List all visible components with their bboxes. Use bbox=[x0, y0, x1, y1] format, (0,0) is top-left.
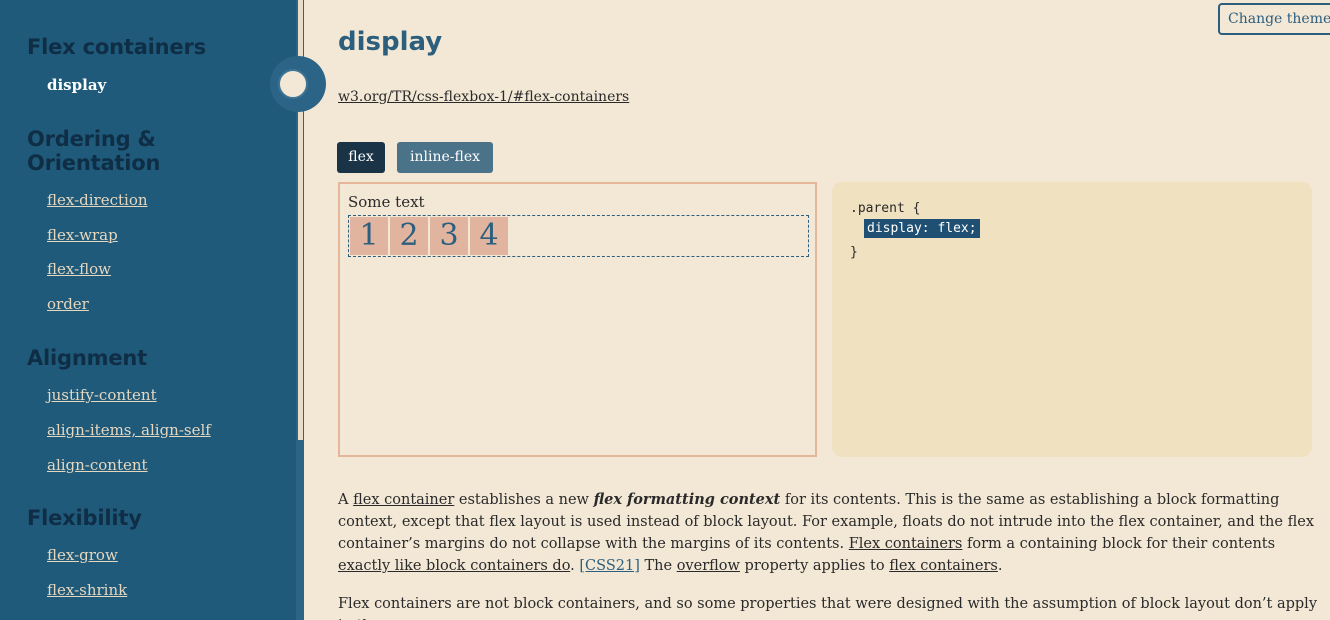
tab-inline-flex[interactable]: inline-flex bbox=[397, 142, 493, 173]
sidebar-item-flex-wrap[interactable]: flex-wrap bbox=[47, 226, 118, 244]
text-span: establishes a new bbox=[454, 492, 594, 508]
spec-link[interactable]: w3.org/TR/css-flexbox-1/#flex-containers bbox=[338, 89, 629, 105]
section-flex-containers: Flex containers bbox=[27, 35, 206, 59]
tab-flex[interactable]: flex bbox=[337, 142, 385, 173]
text-span: The bbox=[639, 558, 677, 574]
section-alignment: Alignment bbox=[27, 346, 147, 370]
text-span: form a containing block for their conten… bbox=[962, 536, 1276, 552]
sidebar-item-flex-flow[interactable]: flex-flow bbox=[47, 260, 111, 278]
link-flex-containers-2[interactable]: flex containers bbox=[889, 558, 998, 574]
sidebar: Flex containers display Ordering & Orien… bbox=[0, 0, 296, 620]
section-flexibility: Flexibility bbox=[27, 506, 142, 530]
text-span: A bbox=[338, 492, 354, 508]
sidebar-item-order[interactable]: order bbox=[47, 295, 89, 313]
page-title: display bbox=[338, 27, 443, 57]
link-block-containers[interactable]: exactly like block containers do bbox=[338, 558, 570, 574]
flex-item: 2 bbox=[390, 217, 428, 255]
change-theme-button[interactable]: Change theme bbox=[1218, 3, 1330, 35]
section-orientation: Orientation bbox=[27, 151, 161, 175]
toggle-circle-icon bbox=[278, 69, 308, 99]
code-highlight: display: flex; bbox=[864, 219, 980, 238]
flex-item: 1 bbox=[350, 217, 388, 255]
sidebar-item-justify-content[interactable]: justify-content bbox=[47, 386, 157, 404]
link-flex-container[interactable]: flex container bbox=[353, 492, 454, 508]
sidebar-toggle[interactable] bbox=[270, 56, 326, 112]
text-span: property applies to bbox=[739, 558, 890, 574]
description-paragraph: A flex container establishes a new flex … bbox=[338, 489, 1318, 577]
sidebar-item-align-items[interactable]: align-items, align-self bbox=[47, 421, 211, 439]
demo-flex-container: 1 2 3 4 bbox=[348, 215, 809, 257]
text-span: . bbox=[997, 558, 1003, 574]
sidebar-item-flex-shrink[interactable]: flex-shrink bbox=[47, 581, 127, 599]
demo-text: Some text bbox=[348, 193, 425, 211]
sidebar-item-flex-direction[interactable]: flex-direction bbox=[47, 191, 148, 209]
emphasis-text: flex formatting context bbox=[593, 491, 781, 508]
text-span: . bbox=[570, 558, 580, 574]
code-close-brace: } bbox=[850, 245, 858, 260]
code-panel: .parent { display: flex; } bbox=[832, 182, 1312, 457]
link-css21[interactable]: [CSS21] bbox=[579, 558, 639, 574]
code-selector: .parent { bbox=[850, 201, 921, 216]
flex-item: 3 bbox=[430, 217, 468, 255]
sidebar-item-display[interactable]: display bbox=[47, 76, 106, 94]
sidebar-item-align-content[interactable]: align-content bbox=[47, 456, 148, 474]
flex-item: 4 bbox=[470, 217, 508, 255]
link-overflow[interactable]: overflow bbox=[677, 558, 740, 574]
link-flex-containers[interactable]: Flex containers bbox=[849, 536, 963, 552]
demo-preview: Some text 1 2 3 4 bbox=[338, 182, 817, 457]
section-ordering: Ordering & bbox=[27, 127, 156, 151]
sidebar-item-flex-grow[interactable]: flex-grow bbox=[47, 546, 118, 564]
second-paragraph: Flex containers are not block containers… bbox=[338, 596, 1318, 620]
